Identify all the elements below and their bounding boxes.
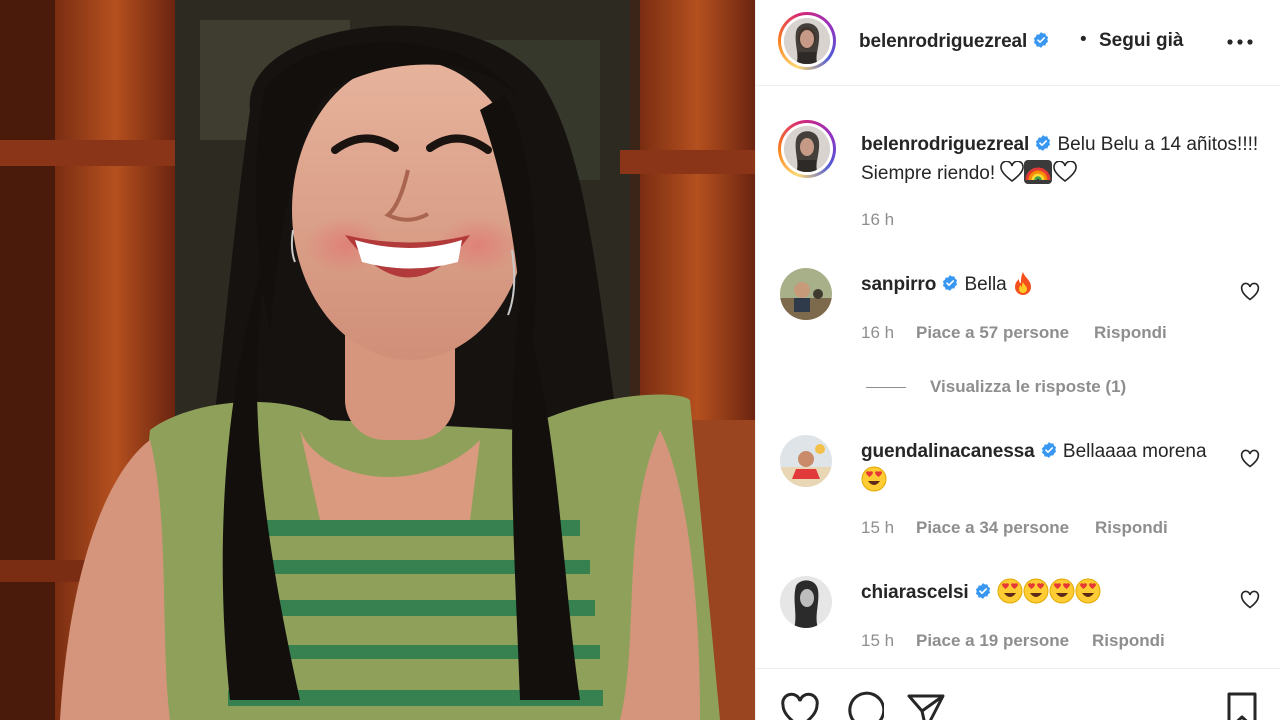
commenter-avatar-image (780, 268, 832, 320)
commenter-avatar[interactable] (780, 576, 832, 628)
white-heart-emoji-icon (1000, 160, 1025, 182)
follow-separator: • (1080, 29, 1087, 50)
white-heart-emoji-icon (1053, 160, 1078, 182)
commenter-avatar[interactable] (780, 268, 832, 320)
heart-eyes-emoji-icon (997, 578, 1023, 604)
fire-emoji-icon (1015, 271, 1032, 295)
verified-badge-icon (1036, 135, 1051, 152)
comment-1: sanpirro Bella (861, 270, 1221, 299)
comment-time[interactable]: 16 h (861, 323, 894, 343)
post-side-panel: belenrodriguezreal • Segui già belenrodr… (755, 0, 1280, 720)
like-comment-heart-icon[interactable] (1240, 282, 1260, 302)
caption-author-avatar[interactable] (778, 120, 836, 178)
author-avatar-image (784, 18, 830, 64)
comment-text: Bellaaaa morena (1062, 441, 1207, 462)
post-caption: belenrodriguezreal Belu Belu a 14 añitos… (861, 130, 1261, 188)
commenter-avatar-image (780, 435, 832, 487)
comment-text: Bella (964, 274, 1007, 295)
comment-username[interactable]: chiarascelsi (861, 582, 969, 603)
author-username[interactable]: belenrodriguezreal (859, 31, 1050, 53)
more-options-icon[interactable] (1225, 32, 1255, 52)
comment-username[interactable]: guendalinacanessa (861, 441, 1035, 462)
like-heart-icon[interactable] (780, 691, 820, 720)
like-comment-heart-icon[interactable] (1240, 449, 1260, 469)
heart-eyes-emoji-icon (861, 466, 887, 492)
save-bookmark-icon[interactable] (1222, 691, 1262, 720)
post-action-bar (756, 668, 1280, 720)
caption-avatar-image (784, 126, 830, 172)
comment-likes: Piace a 34 persone (916, 518, 1070, 537)
post-photo-image (0, 0, 755, 720)
verified-badge-icon (1041, 442, 1056, 459)
comment-likes: Piace a 57 persone (916, 323, 1070, 342)
reply-button: Rispondi (1092, 631, 1165, 650)
reply-button: Rispondi (1095, 518, 1168, 537)
verified-badge-icon (975, 583, 990, 600)
commenter-avatar[interactable] (780, 435, 832, 487)
comment-time[interactable]: 15 h (861, 631, 894, 651)
caption-username[interactable]: belenrodriguezreal (861, 134, 1029, 155)
commenter-avatar-image (780, 576, 832, 628)
verified-badge-icon (1034, 32, 1049, 49)
view-replies-button[interactable]: Visualizza le risposte (1) (930, 377, 1126, 397)
post-header: belenrodriguezreal • Segui già (756, 0, 1280, 86)
like-comment-heart-icon[interactable] (1240, 590, 1260, 610)
heart-eyes-emoji-icon (1023, 578, 1049, 604)
comment-2: guendalinacanessa Bellaaaa morena (861, 437, 1221, 495)
post-photo (0, 0, 755, 720)
following-button[interactable]: Segui già (1099, 30, 1183, 52)
view-replies-divider (866, 387, 906, 388)
comment-time[interactable]: 15 h (861, 518, 894, 538)
heart-eyes-emoji-icon (1049, 578, 1075, 604)
author-avatar[interactable] (778, 12, 836, 70)
heart-eyes-emoji-icon (1075, 578, 1101, 604)
comment-likes: Piace a 19 persone (916, 631, 1070, 650)
rainbow-emoji-icon (1024, 159, 1053, 184)
caption-time[interactable]: 16 h (861, 210, 894, 230)
share-send-icon[interactable] (906, 691, 946, 720)
comment-bubble-icon[interactable] (844, 691, 884, 720)
comment-username[interactable]: sanpirro (861, 274, 936, 295)
verified-badge-icon (943, 275, 958, 292)
reply-button: Rispondi (1094, 323, 1167, 342)
comment-3: chiarascelsi (861, 578, 1221, 607)
